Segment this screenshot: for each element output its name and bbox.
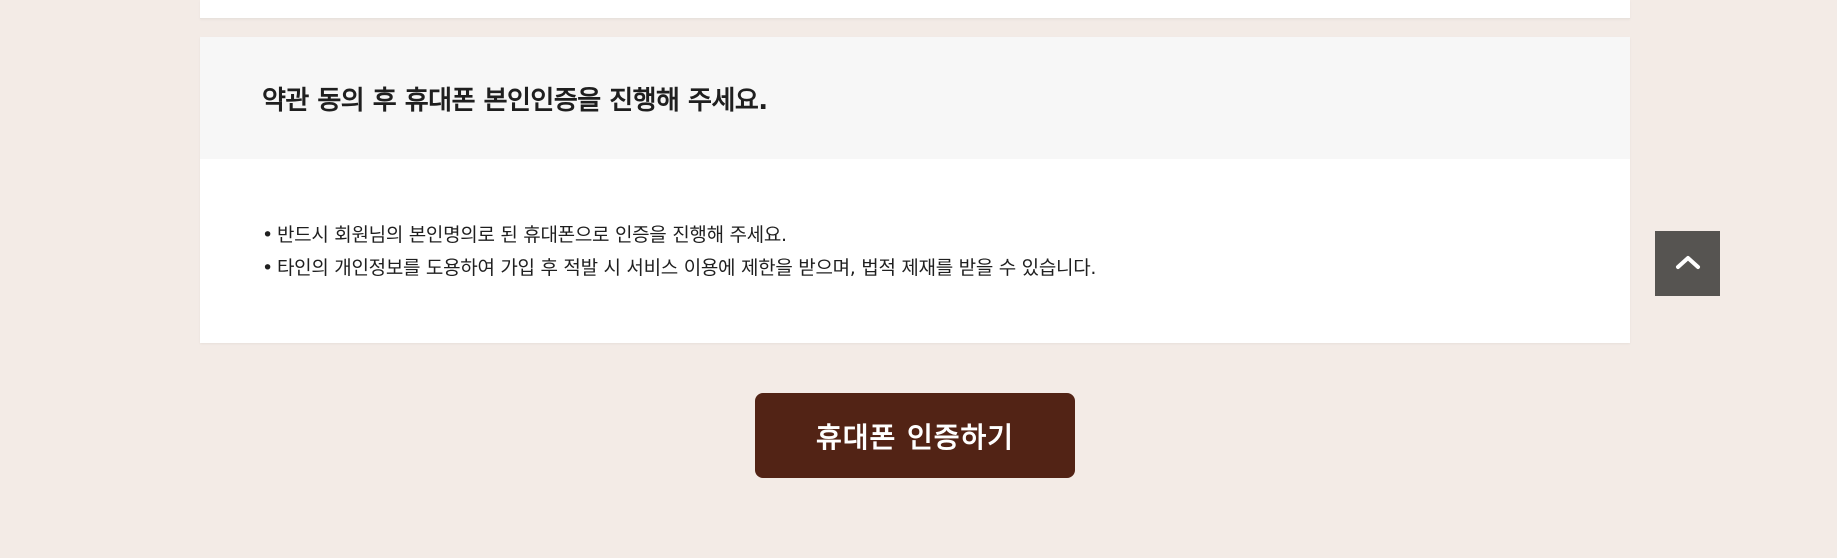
notice-list: • 반드시 회원님의 본인명의로 된 휴대폰으로 인증을 진행해 주세요. • … <box>262 219 1096 285</box>
card-title: 약관 동의 후 휴대폰 본인인증을 진행해 주세요. <box>262 85 768 116</box>
phone-verification-card: 약관 동의 후 휴대폰 본인인증을 진행해 주세요. • 반드시 회원님의 본인… <box>200 37 1630 343</box>
chevron-up-icon <box>1675 254 1701 273</box>
notice-text: 타인의 개인정보를 도용하여 가입 후 적발 시 서비스 이용에 제한을 받으며… <box>277 257 1097 279</box>
bullet-icon: • <box>262 224 273 246</box>
notice-item: • 반드시 회원님의 본인명의로 된 휴대폰으로 인증을 진행해 주세요. <box>262 219 1096 252</box>
notice-item: • 타인의 개인정보를 도용하여 가입 후 적발 시 서비스 이용에 제한을 받… <box>262 252 1096 285</box>
phone-verification-button[interactable]: 휴대폰 인증하기 <box>755 393 1075 478</box>
previous-section-card <box>200 0 1630 19</box>
notice-text: 반드시 회원님의 본인명의로 된 휴대폰으로 인증을 진행해 주세요. <box>277 224 787 246</box>
scroll-to-top-button[interactable] <box>1655 231 1720 296</box>
bullet-icon: • <box>262 257 273 279</box>
card-header: 약관 동의 후 휴대폰 본인인증을 진행해 주세요. <box>200 37 1630 159</box>
